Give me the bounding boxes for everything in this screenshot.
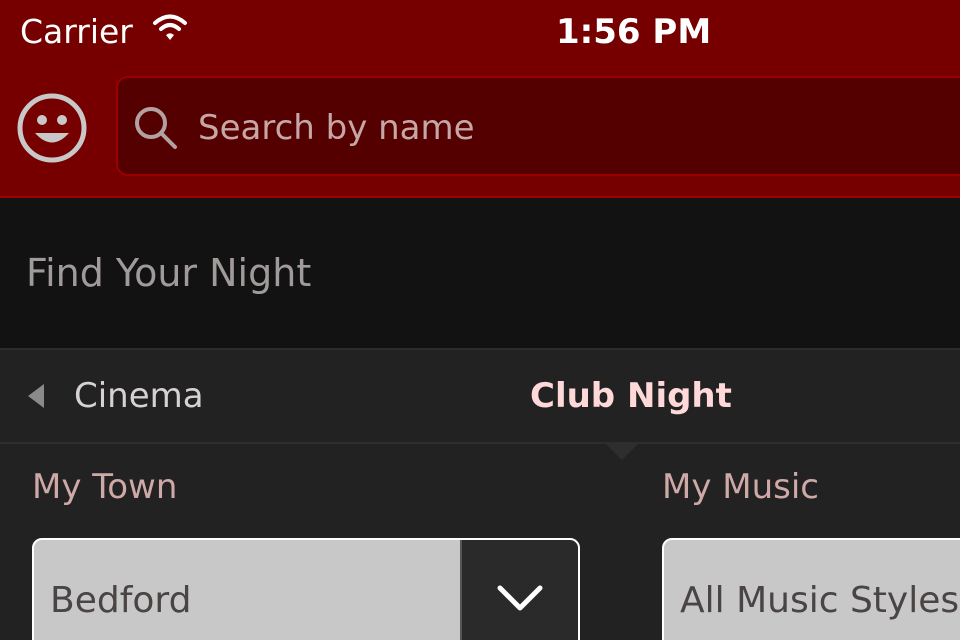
smiley-icon[interactable] <box>16 92 88 164</box>
status-bar: Carrier 1:56 PM <box>0 0 960 64</box>
search-bar[interactable] <box>116 76 960 176</box>
music-value: All Music Styles <box>680 580 960 621</box>
tab-cinema-label: Cinema <box>74 376 204 416</box>
town-value: Bedford <box>50 580 192 621</box>
title-band: Find Your Night <box>0 198 960 350</box>
category-tabs: Cinema Club Night <box>0 350 960 444</box>
music-select[interactable]: All Music Styles <box>662 538 960 640</box>
search-icon <box>135 107 177 149</box>
app-header: Carrier 1:56 PM <box>0 0 960 198</box>
filters-panel: My Town My Music Bedford All Music Style… <box>0 444 960 640</box>
town-dropdown-button[interactable] <box>460 540 578 640</box>
tab-club-night[interactable]: Club Night <box>530 350 732 442</box>
arrow-left-icon <box>28 384 44 408</box>
chevron-down-icon <box>497 585 543 611</box>
tab-cinema[interactable]: Cinema <box>28 350 204 442</box>
app-screen: Carrier 1:56 PM Find Your Night <box>0 0 960 640</box>
search-input[interactable] <box>196 96 960 160</box>
clock: 1:56 PM <box>556 12 712 52</box>
music-label: My Music <box>662 467 820 507</box>
town-label: My Town <box>32 467 178 507</box>
page-title: Find Your Night <box>26 251 312 295</box>
active-tab-pointer <box>604 442 640 460</box>
town-select[interactable]: Bedford <box>32 538 580 640</box>
